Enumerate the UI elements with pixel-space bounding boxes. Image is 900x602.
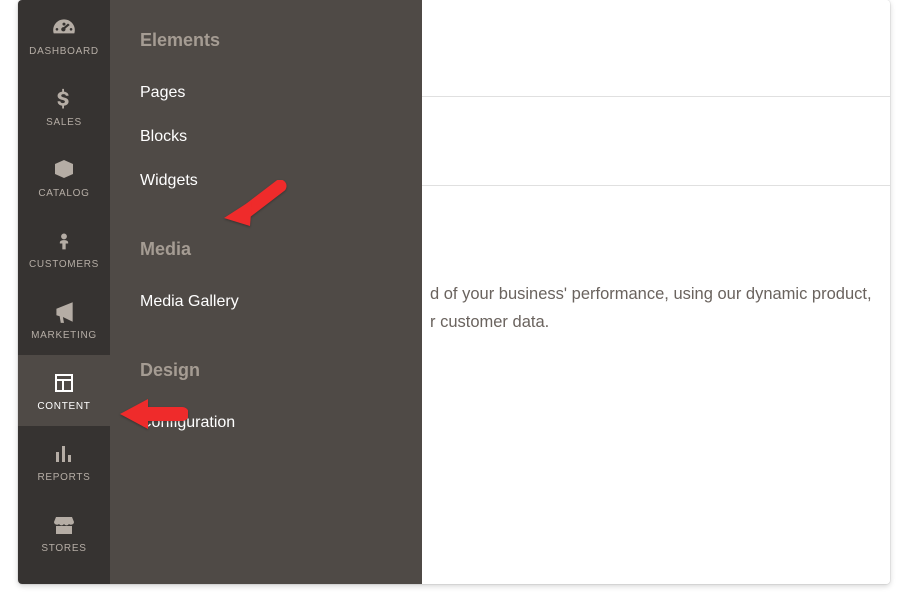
nav-label: CONTENT	[37, 401, 90, 412]
nav-item-catalog[interactable]: CATALOG	[18, 142, 110, 213]
submenu-link-widgets[interactable]: Widgets	[140, 159, 392, 203]
nav-item-content[interactable]: CONTENT	[18, 355, 110, 426]
section-title-elements: Elements	[140, 30, 392, 51]
nav-label: MARKETING	[31, 330, 97, 341]
intro-line1: d of your business' performance, using o…	[430, 285, 872, 303]
nav-item-marketing[interactable]: MARKETING	[18, 284, 110, 355]
bar-chart-icon	[50, 440, 78, 468]
dollar-icon	[50, 85, 78, 113]
submenu-link-configuration[interactable]: Configuration	[140, 401, 392, 445]
admin-window: DASHBOARD SALES CATALOG CUSTOMERS MARKET	[18, 0, 890, 584]
intro-line2: r customer data.	[430, 313, 549, 331]
nav-label: CUSTOMERS	[29, 259, 99, 270]
gauge-icon	[50, 14, 78, 42]
section-title-media: Media	[140, 239, 392, 260]
nav-label: CATALOG	[38, 188, 89, 199]
main-content: d of your business' performance, using o…	[422, 0, 890, 584]
nav-label: SALES	[46, 117, 82, 128]
submenu-link-media-gallery[interactable]: Media Gallery	[140, 280, 392, 324]
nav-label: DASHBOARD	[29, 46, 99, 57]
submenu-link-blocks[interactable]: Blocks	[140, 115, 392, 159]
divider	[422, 185, 890, 186]
content-submenu: Elements Pages Blocks Widgets Media Medi…	[110, 0, 422, 584]
box-icon	[50, 156, 78, 184]
megaphone-icon	[50, 298, 78, 326]
layout-icon	[50, 369, 78, 397]
nav-item-customers[interactable]: CUSTOMERS	[18, 213, 110, 284]
person-icon	[50, 227, 78, 255]
nav-label: STORES	[41, 543, 86, 554]
storefront-icon	[50, 511, 78, 539]
primary-nav-rail: DASHBOARD SALES CATALOG CUSTOMERS MARKET	[18, 0, 110, 584]
nav-item-dashboard[interactable]: DASHBOARD	[18, 0, 110, 71]
nav-item-stores[interactable]: STORES	[18, 497, 110, 568]
nav-item-reports[interactable]: REPORTS	[18, 426, 110, 497]
nav-item-sales[interactable]: SALES	[18, 71, 110, 142]
intro-text: d of your business' performance, using o…	[430, 280, 890, 336]
submenu-link-pages[interactable]: Pages	[140, 71, 392, 115]
divider	[422, 96, 890, 97]
section-title-design: Design	[140, 360, 392, 381]
nav-label: REPORTS	[37, 472, 90, 483]
